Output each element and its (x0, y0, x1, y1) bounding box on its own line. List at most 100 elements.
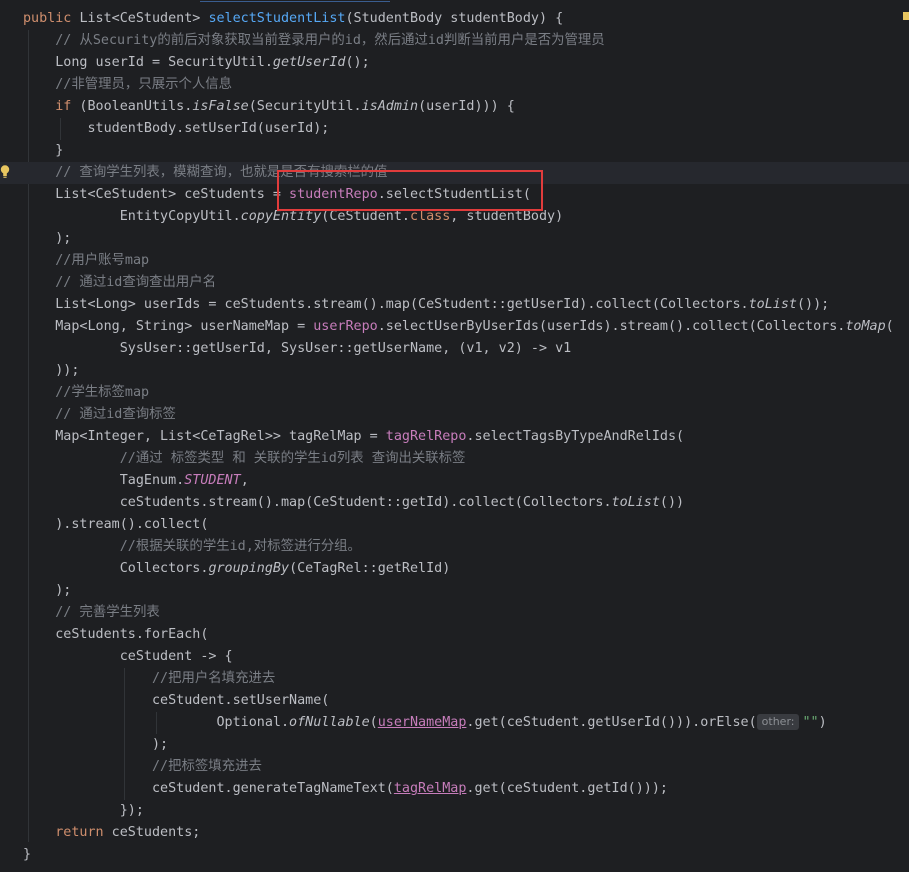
code-line[interactable]: Optional.ofNullable(userNameMap.get(ceSt… (0, 712, 909, 734)
code-line[interactable]: } (0, 844, 909, 866)
scrollbar-marker[interactable] (903, 12, 909, 20)
code-line[interactable]: Long userId = SecurityUtil.getUserId(); (0, 52, 909, 74)
code-line[interactable]: //把用户名填充进去 (0, 668, 909, 690)
code-token: , studentBody) (450, 209, 564, 224)
code-token: (CeStudent. (321, 209, 410, 224)
code-line[interactable]: } (0, 140, 909, 162)
code-line[interactable]: // 通过id查询标签 (0, 404, 909, 426)
code-line[interactable]: //非管理员，只展示个人信息 (0, 74, 909, 96)
code-line[interactable]: List<Long> userIds = ceStudents.stream()… (0, 294, 909, 316)
code-line[interactable]: SysUser::getUserId, SysUser::getUserName… (0, 338, 909, 360)
code-line[interactable]: ceStudents.forEach( (0, 624, 909, 646)
code-token: ); (23, 737, 169, 752)
code-token: SysUser::getUserId, SysUser::getUserName… (23, 341, 572, 356)
code-token: .selectTagsByTypeAndRelIds( (466, 429, 685, 444)
code-line[interactable]: ceStudent.generateTagNameText(tagRelMap.… (0, 778, 909, 800)
code-token: isAdmin (361, 99, 419, 114)
code-token: if (55, 99, 72, 114)
code-token: userRepo (313, 319, 378, 334)
code-token: , (240, 473, 249, 488)
code-line[interactable]: //根据关联的学生id,对标签进行分组。 (0, 536, 909, 558)
code-token: } (23, 847, 32, 862)
code-line[interactable]: //把标签填充进去 (0, 756, 909, 778)
code-token: tagRelMap (393, 781, 467, 796)
code-token: ceStudents.forEach( (23, 627, 209, 642)
code-line[interactable]: //学生标签map (0, 382, 909, 404)
code-token: Optional. (23, 715, 290, 730)
code-line[interactable]: Map<Integer, List<CeTagRel>> tagRelMap =… (0, 426, 909, 448)
highlight-box (277, 170, 543, 211)
code-token: // 通过id查询标签 (55, 407, 176, 422)
code-token: //把标签填充进去 (152, 759, 262, 774)
code-token: EntityCopyUtil. (23, 209, 241, 224)
code-token: class (409, 209, 451, 224)
code-token: selectStudentList (208, 11, 346, 26)
code-token: //把用户名填充进去 (152, 671, 276, 686)
code-line[interactable]: ); (0, 228, 909, 250)
code-token: (StudentBody studentBody) { (345, 11, 564, 26)
code-token: Collectors. (23, 561, 209, 576)
code-line[interactable]: ); (0, 580, 909, 602)
code-token: tagRelRepo (385, 429, 467, 444)
code-line[interactable]: }); (0, 800, 909, 822)
code-line[interactable]: Map<Long, String> userNameMap = userRepo… (0, 316, 909, 338)
code-line[interactable]: // 通过id查询查出用户名 (0, 272, 909, 294)
code-line[interactable]: //通过 标签类型 和 关联的学生id列表 查询出关联标签 (0, 448, 909, 470)
tab-indicator (200, 1, 390, 2)
code-line[interactable]: ceStudent -> { (0, 646, 909, 668)
code-line[interactable]: )); (0, 360, 909, 382)
code-token: ) (818, 715, 827, 730)
code-editor[interactable]: public List<CeStudent> selectStudentList… (0, 0, 909, 872)
code-token: Map<Integer, List<CeTagRel>> tagRelMap = (23, 429, 386, 444)
code-line[interactable]: TagEnum.STUDENT, (0, 470, 909, 492)
code-line[interactable]: return ceStudents; (0, 822, 909, 844)
code-token: ceStudent.setUserName( (23, 693, 330, 708)
code-token: List<Long> userIds = ceStudents.stream()… (23, 297, 749, 312)
code-line[interactable]: ); (0, 734, 909, 756)
code-line[interactable]: ceStudents.stream().map(CeStudent::getId… (0, 492, 909, 514)
code-line[interactable]: public List<CeStudent> selectStudentList… (0, 8, 909, 30)
parameter-hint: other: (756, 714, 800, 730)
code-token: ceStudent.generateTagNameText( (23, 781, 394, 796)
code-token: //学生标签map (55, 385, 150, 400)
code-token: toList (748, 297, 797, 312)
code-line[interactable]: Collectors.groupingBy(CeTagRel::getRelId… (0, 558, 909, 580)
code-token: STUDENT (184, 473, 241, 488)
code-token: ); (23, 231, 72, 246)
code-token: Long userId = SecurityUtil. (23, 55, 273, 70)
code-token: (); (345, 55, 370, 70)
code-line[interactable]: //用户账号map (0, 250, 909, 272)
code-token: copyEntity (240, 209, 322, 224)
code-token: ); (23, 583, 72, 598)
code-token: .get(ceStudent.getUserId())).orElse( (466, 715, 757, 730)
code-token: )); (23, 363, 80, 378)
code-line[interactable]: // 完善学生列表 (0, 602, 909, 624)
code-token: (SecurityUtil. (248, 99, 362, 114)
code-line[interactable]: if (BooleanUtils.isFalse(SecurityUtil.is… (0, 96, 909, 118)
code-token: getUserId (272, 55, 346, 70)
code-token: //非管理员，只展示个人信息 (55, 77, 233, 92)
code-token: } (23, 143, 64, 158)
code-token: studentBody.setUserId(userId); (23, 121, 330, 136)
code-token: ( (885, 319, 894, 334)
code-token: return (55, 825, 104, 840)
code-line[interactable]: ceStudent.setUserName( (0, 690, 909, 712)
code-token: List<CeStudent> ceStudents = (23, 187, 290, 202)
code-line[interactable]: studentBody.setUserId(userId); (0, 118, 909, 140)
code-line[interactable]: // 从Security的前后对象获取当前登录用户的id，然后通过id判断当前用… (0, 30, 909, 52)
code-token: (CeTagRel::getRelId) (289, 561, 451, 576)
code-token: toMap (845, 319, 886, 334)
code-line[interactable]: ).stream().collect( (0, 514, 909, 536)
code-token: (BooleanUtils. (71, 99, 193, 114)
lightbulb-icon[interactable] (0, 164, 10, 180)
code-token: TagEnum. (23, 473, 185, 488)
code-token: groupingBy (208, 561, 290, 576)
